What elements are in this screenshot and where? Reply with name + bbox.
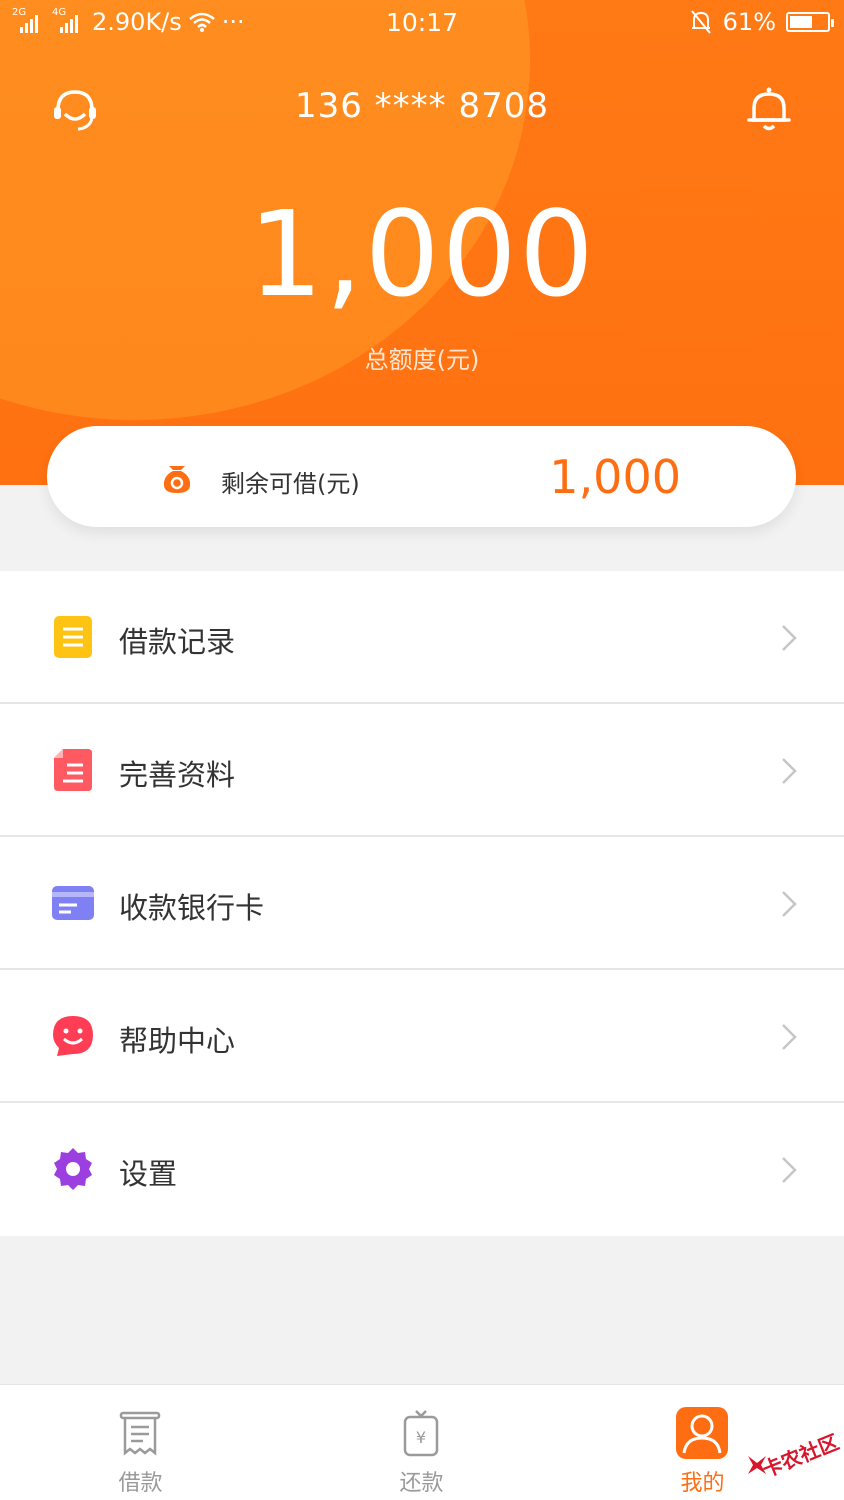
- smiley-chat-icon: [53, 1016, 93, 1056]
- money-bag-icon: [163, 466, 191, 493]
- phone-number: 136 **** 8708: [294, 86, 550, 126]
- menu-item-loan-records[interactable]: 借款记录: [0, 571, 844, 704]
- chevron-right-icon: [782, 1157, 797, 1183]
- tab-borrow[interactable]: 借款: [0, 1385, 281, 1500]
- remaining-credit-value: 1,000: [549, 450, 681, 504]
- status-bar: 2G 4G 2.90K/s ··· 10:17 61%: [0, 0, 844, 46]
- menu-item-complete-profile[interactable]: 完善资料: [0, 704, 844, 837]
- svg-text:¥: ¥: [416, 1428, 426, 1447]
- menu-item-settings[interactable]: 设置: [0, 1103, 844, 1236]
- tab-label: 还款: [399, 1471, 444, 1496]
- user-icon: [676, 1407, 728, 1459]
- bank-card-icon: [52, 886, 94, 920]
- gear-icon: [54, 1148, 92, 1190]
- watermark-logo: 卡农社区: [744, 1418, 843, 1483]
- bell-icon[interactable]: [742, 82, 796, 136]
- battery-icon: [786, 12, 834, 32]
- repay-yuan-icon: ¥: [403, 1410, 439, 1457]
- battery-percent: 61%: [722, 8, 776, 36]
- tab-label: 借款: [118, 1471, 163, 1496]
- menu-item-label: 设置: [119, 1157, 178, 1191]
- chevron-right-icon: [782, 758, 797, 784]
- menu-item-label: 借款记录: [119, 625, 236, 659]
- remaining-credit-label: 剩余可借(元): [221, 470, 360, 498]
- tab-repay[interactable]: ¥ 还款: [281, 1385, 562, 1500]
- menu-list: 借款记录 完善资料 收款银行卡 帮助中心 设置: [0, 571, 844, 1236]
- bottom-tab-bar: 借款 ¥ 还款 我的: [0, 1384, 844, 1500]
- chevron-right-icon: [782, 891, 797, 917]
- remaining-credit-card[interactable]: 剩余可借(元) 1,000: [47, 426, 796, 527]
- document-list-icon: [54, 616, 92, 658]
- mute-bell-icon: [690, 10, 711, 34]
- total-credit-amount: 1,000: [248, 185, 596, 323]
- receipt-icon: [119, 1411, 161, 1456]
- menu-item-label: 完善资料: [119, 758, 236, 792]
- menu-item-help-center[interactable]: 帮助中心: [0, 970, 844, 1103]
- menu-item-label: 帮助中心: [119, 1024, 236, 1058]
- watermark-text: 卡农社区: [758, 1429, 843, 1483]
- chevron-right-icon: [782, 625, 797, 651]
- menu-item-label: 收款银行卡: [119, 891, 265, 925]
- profile-form-icon: [54, 749, 92, 791]
- chevron-right-icon: [782, 1024, 797, 1050]
- menu-item-bank-card[interactable]: 收款银行卡: [0, 837, 844, 970]
- total-credit-label: 总额度(元): [364, 346, 480, 374]
- header-banner: 2G 4G 2.90K/s ··· 10:17 61% 136 **** 870…: [0, 0, 844, 485]
